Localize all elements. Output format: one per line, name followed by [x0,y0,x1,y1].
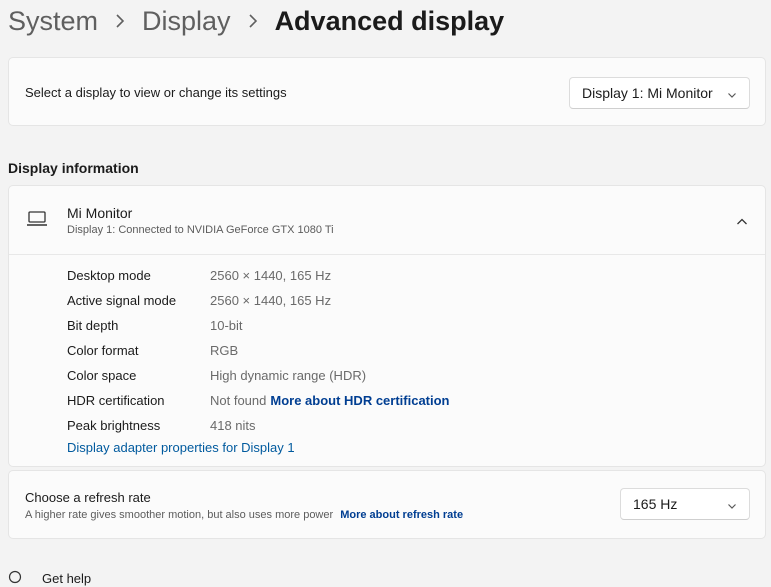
display-select-dropdown[interactable]: Display 1: Mi Monitor [569,77,750,109]
info-value: 2560 × 1440, 165 Hz [210,268,332,283]
info-label: Color format [67,343,139,358]
info-label: Color space [67,368,137,383]
breadcrumb-display[interactable]: Display [142,6,231,37]
monitor-name: Mi Monitor [67,205,133,221]
info-value: RGB [210,343,239,358]
page-title: Advanced display [274,5,505,36]
refresh-rate-value: 165 Hz [633,496,678,512]
refresh-rate-description: A higher rate gives smoother motion, but… [25,509,463,521]
info-value: High dynamic range (HDR) [210,368,367,383]
info-row-desktop-mode: Desktop mode 2560 × 1440, 165 Hz [67,263,450,288]
info-value: Not found [210,393,267,408]
info-label: HDR certification [67,393,165,408]
refresh-rate-dropdown[interactable]: 165 Hz [620,488,750,520]
info-label: Bit depth [67,318,119,333]
refresh-rate-card: Choose a refresh rate A higher rate give… [8,470,766,539]
refresh-rate-link[interactable]: More about refresh rate [340,509,463,521]
display-information-card: Mi Monitor Display 1: Connected to NVIDI… [8,185,766,467]
info-row-peak-brightness: Peak brightness 418 nits [67,413,450,438]
info-value: 10-bit [210,318,243,333]
display-info-rows: Desktop mode 2560 × 1440, 165 Hz Active … [67,263,450,438]
info-label: Peak brightness [67,418,161,433]
info-label: Desktop mode [67,268,151,283]
info-row-bit-depth: Bit depth 10-bit [67,313,450,338]
info-row-active-signal-mode: Active signal mode 2560 × 1440, 165 Hz [67,288,450,313]
display-adapter-properties-link[interactable]: Display adapter properties for Display 1 [67,440,295,455]
breadcrumb: System Display Advanced display [8,2,504,40]
refresh-rate-title: Choose a refresh rate [25,490,151,505]
hdr-certification-link[interactable]: More about HDR certification [270,393,449,408]
info-label: Active signal mode [67,293,177,308]
info-value: 418 nits [210,418,256,433]
chevron-right-icon [98,14,142,28]
chevron-right-icon [231,14,275,28]
breadcrumb-system[interactable]: System [8,6,98,37]
info-row-color-format: Color format RGB [67,338,450,363]
info-row-color-space: Color space High dynamic range (HDR) [67,363,450,388]
chevron-down-icon [727,87,737,103]
display-select-value: Display 1: Mi Monitor [582,85,713,101]
section-title-display-information: Display information [8,160,139,176]
monitor-connection: Display 1: Connected to NVIDIA GeForce G… [67,224,334,236]
select-display-card: Select a display to view or change its s… [8,57,766,126]
chevron-up-icon[interactable] [736,214,748,232]
laptop-icon [26,211,48,232]
refresh-rate-subtitle: A higher rate gives smoother motion, but… [25,509,334,521]
display-info-header[interactable]: Mi Monitor Display 1: Connected to NVIDI… [9,186,765,255]
info-row-hdr-certification: HDR certification Not found More about H… [67,388,450,413]
select-display-label: Select a display to view or change its s… [25,85,287,100]
chevron-down-icon [727,498,737,514]
info-value: 2560 × 1440, 165 Hz [210,293,332,308]
